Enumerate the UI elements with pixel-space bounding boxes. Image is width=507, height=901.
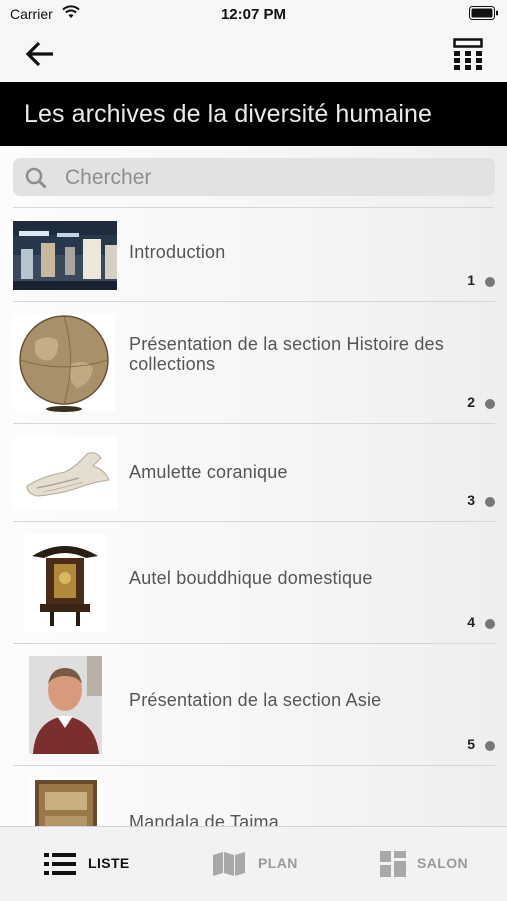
battery-icon xyxy=(469,6,498,20)
map-icon xyxy=(213,852,245,876)
navigation-bar xyxy=(0,26,507,82)
tab-label: SALON xyxy=(417,855,468,871)
item-status-dot xyxy=(485,399,495,409)
item-status-dot xyxy=(485,619,495,629)
tab-label: LISTE xyxy=(88,855,130,871)
list-item-mandala[interactable]: Mandala de Taima 6 xyxy=(13,766,495,826)
list-item-introduction[interactable]: Introduction 1 xyxy=(13,208,495,302)
item-title: Présentation de la section Histoire des … xyxy=(129,334,444,374)
list-item-amulette[interactable]: Amulette coranique 3 xyxy=(13,424,495,522)
tab-bar: LISTE PLAN SALON xyxy=(0,826,507,901)
item-number: 5 xyxy=(467,736,475,752)
tab-salon[interactable]: SALON xyxy=(380,827,490,901)
tab-liste[interactable]: LISTE xyxy=(40,827,150,901)
item-title: Présentation de la section Asie xyxy=(129,690,382,710)
status-bar: Carrier 12:07 PM xyxy=(0,0,507,26)
item-number: 1 xyxy=(467,272,475,288)
exhibition-hall-thumbnail xyxy=(13,221,117,290)
portrait-thumbnail xyxy=(29,656,102,754)
item-status-dot xyxy=(485,497,495,507)
item-number: 2 xyxy=(467,394,475,410)
globe-thumbnail xyxy=(13,314,115,412)
item-number: 4 xyxy=(467,614,475,630)
altar-thumbnail xyxy=(24,534,106,632)
item-status-dot xyxy=(485,741,495,751)
clock: 12:07 PM xyxy=(220,6,287,23)
amulet-thumbnail xyxy=(13,436,117,510)
item-title: Introduction xyxy=(129,242,226,262)
list-item-autel[interactable]: Autel bouddhique domestique 4 xyxy=(13,522,495,644)
tab-plan[interactable]: PLAN xyxy=(212,827,312,901)
search-input[interactable] xyxy=(63,162,487,194)
list-icon xyxy=(44,853,76,875)
mandala-thumbnail xyxy=(29,778,102,826)
grid-icon xyxy=(380,851,406,877)
title-banner: Les archives de la diversité humaine xyxy=(0,82,507,146)
keypad-icon[interactable] xyxy=(453,38,483,70)
item-title: Mandala de Taima xyxy=(129,812,279,826)
item-number: 3 xyxy=(467,492,475,508)
item-status-dot xyxy=(485,277,495,287)
list-item-section-asie[interactable]: Présentation de la section Asie 5 xyxy=(13,644,495,766)
tab-label: PLAN xyxy=(258,855,298,871)
search-icon xyxy=(25,167,47,189)
list-item-histoire-collections[interactable]: Présentation de la section Histoire des … xyxy=(13,302,495,424)
content-list[interactable]: Introduction 1 Présentation de la sectio… xyxy=(0,146,507,826)
back-arrow-icon[interactable] xyxy=(24,38,56,70)
item-title: Autel bouddhique domestique xyxy=(129,568,373,588)
page-title: Les archives de la diversité humaine xyxy=(24,100,432,128)
item-title: Amulette coranique xyxy=(129,462,288,482)
search-bar xyxy=(13,158,495,196)
